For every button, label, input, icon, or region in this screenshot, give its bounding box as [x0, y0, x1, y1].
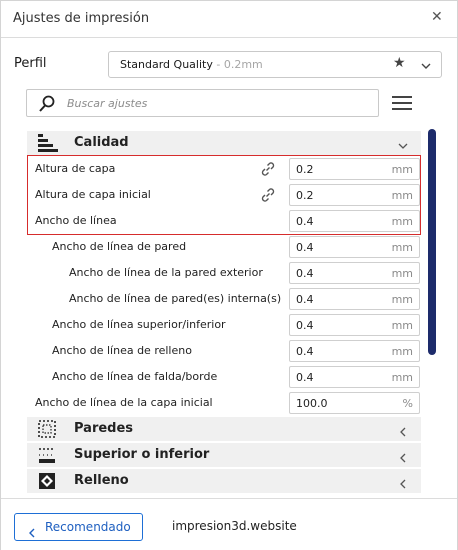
initial-layer-height-input[interactable]: 0.2 mm	[289, 184, 420, 206]
setting-label: Ancho de línea de la pared exterior	[69, 266, 263, 279]
search-input[interactable]	[67, 94, 367, 112]
quality-icon	[38, 134, 58, 156]
skirt-brim-line-width-input[interactable]: 0.4 mm	[289, 366, 420, 388]
star-icon[interactable]: ★	[393, 55, 406, 71]
profile-name: Standard Quality - 0.2mm	[120, 58, 263, 71]
initial-layer-line-width-input[interactable]: 100.0 %	[289, 392, 420, 414]
chevron-left-icon	[397, 423, 409, 442]
category-superior-inferior[interactable]: Superior o inferior	[27, 443, 421, 467]
setting-row-skirt-brim-line-width: Ancho de línea de falda/borde 0.4 mm	[27, 364, 421, 390]
recommended-label: Recomendado	[45, 520, 131, 534]
scrollbar-thumb[interactable]	[428, 129, 436, 355]
profile-dropdown[interactable]: Standard Quality - 0.2mm ★	[108, 51, 442, 78]
inner-wall-line-width-input[interactable]: 0.4 mm	[289, 288, 420, 310]
setting-row-outer-wall-line-width: Ancho de línea de la pared exterior 0.4 …	[27, 260, 421, 286]
close-icon[interactable]: ✕	[431, 9, 443, 25]
category-label: Calidad	[74, 135, 129, 150]
setting-row-wall-line-width: Ancho de línea de pared 0.4 mm	[27, 234, 421, 260]
print-settings-panel: Ajustes de impresión ✕ Perfil Standard Q…	[0, 0, 458, 550]
chevron-left-icon	[397, 449, 409, 468]
category-label: Superior o inferior	[74, 447, 210, 462]
footer: Recomendado impresion3d.website	[1, 498, 457, 550]
setting-label: Ancho de línea de falda/borde	[52, 370, 218, 383]
outer-wall-line-width-input[interactable]: 0.4 mm	[289, 262, 420, 284]
top-bottom-line-width-input[interactable]: 0.4 mm	[289, 314, 420, 336]
setting-label: Ancho de línea de la capa inicial	[35, 396, 213, 409]
line-width-input[interactable]: 0.4 mm	[289, 210, 420, 232]
wall-line-width-input[interactable]: 0.4 mm	[289, 236, 420, 258]
category-relleno[interactable]: Relleno	[27, 469, 421, 493]
setting-row-inner-wall-line-width: Ancho de línea de pared(es) interna(s) 0…	[27, 286, 421, 312]
top-bottom-icon	[38, 446, 56, 468]
chevron-down-icon[interactable]	[420, 57, 432, 76]
category-paredes[interactable]: Paredes	[27, 417, 421, 441]
category-calidad[interactable]: Calidad	[27, 131, 421, 155]
infill-icon	[38, 472, 56, 494]
chevron-down-icon	[397, 137, 409, 156]
search-box[interactable]	[26, 89, 379, 117]
setting-label: Ancho de línea de pared	[52, 240, 187, 253]
setting-label: Altura de capa	[35, 162, 116, 175]
chevron-left-icon	[397, 475, 409, 494]
chevron-left-icon	[27, 523, 37, 542]
window-title: Ajustes de impresión	[13, 11, 150, 26]
setting-label: Ancho de línea de relleno	[52, 344, 192, 357]
category-label: Paredes	[74, 421, 134, 436]
infill-line-width-input[interactable]: 0.4 mm	[289, 340, 420, 362]
settings-menu-icon[interactable]	[391, 92, 413, 114]
website-watermark: impresion3d.website	[172, 519, 297, 533]
title-bar: Ajustes de impresión ✕	[1, 1, 457, 38]
setting-row-infill-line-width: Ancho de línea de relleno 0.4 mm	[27, 338, 421, 364]
setting-label: Ancho de línea superior/inferior	[52, 318, 226, 331]
link-icon[interactable]	[260, 161, 276, 181]
setting-row-line-width: Ancho de línea 0.4 mm	[27, 208, 421, 234]
setting-label: Ancho de línea de pared(es) interna(s)	[69, 292, 282, 305]
setting-row-initial-layer-height: Altura de capa inicial 0.2 mm	[27, 182, 421, 208]
category-label: Relleno	[74, 473, 129, 488]
layer-height-input[interactable]: 0.2 mm	[289, 158, 420, 180]
setting-label: Altura de capa inicial	[35, 188, 151, 201]
profile-layer-height: - 0.2mm	[212, 58, 263, 71]
setting-label: Ancho de línea	[35, 214, 117, 227]
link-icon[interactable]	[260, 187, 276, 207]
search-icon	[38, 95, 56, 117]
setting-row-initial-layer-line-width: Ancho de línea de la capa inicial 100.0 …	[27, 390, 421, 416]
recommended-button[interactable]: Recomendado	[14, 513, 143, 541]
setting-row-layer-height: Altura de capa 0.2 mm	[27, 156, 421, 182]
walls-icon	[38, 420, 56, 442]
profile-label: Perfil	[14, 56, 47, 71]
setting-row-top-bottom-line-width: Ancho de línea superior/inferior 0.4 mm	[27, 312, 421, 338]
